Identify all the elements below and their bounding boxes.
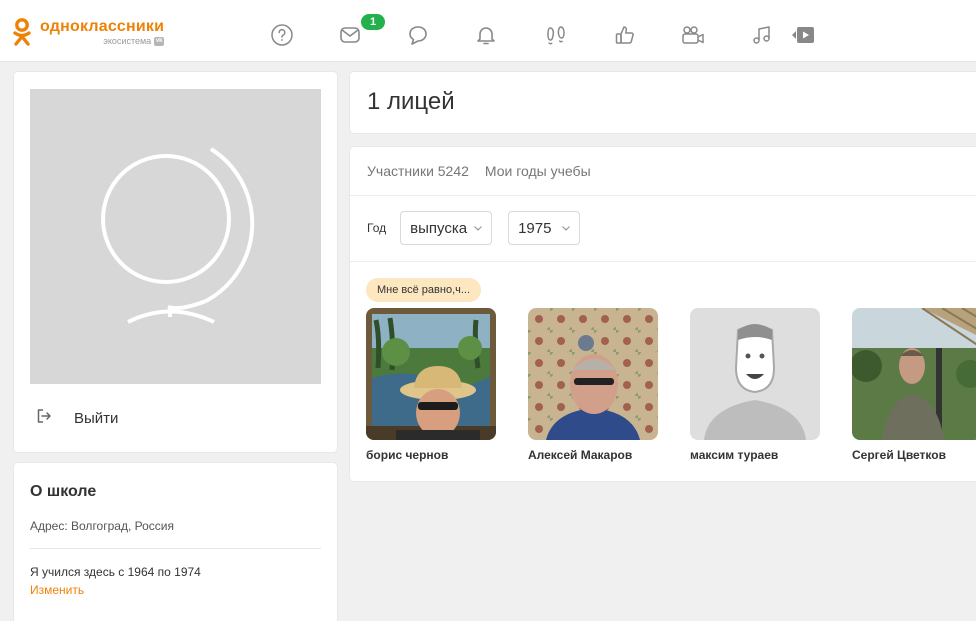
- messages-badge: 1: [361, 14, 385, 30]
- member-card: Алексей Макаров: [528, 308, 658, 462]
- year-value: 1975: [518, 219, 552, 237]
- brand-name: одноклассники: [40, 18, 165, 35]
- year-type-select[interactable]: выпуска: [400, 211, 493, 245]
- about-title: О школе: [30, 483, 97, 500]
- member-photo[interactable]: [366, 308, 496, 440]
- edit-link[interactable]: Изменить: [30, 583, 84, 597]
- members-tabs: Участники 5242 Мои годы учебы: [367, 163, 591, 179]
- member-photo[interactable]: [528, 308, 658, 440]
- divider: [350, 261, 976, 262]
- school-photo-card: Выйти: [14, 72, 337, 452]
- year-filter: Год выпуска 1975: [367, 211, 581, 245]
- guests-icon[interactable]: [543, 22, 569, 48]
- marks-icon[interactable]: [612, 22, 638, 48]
- video-icon[interactable]: [680, 22, 706, 48]
- divider: [30, 548, 321, 549]
- avatar-placeholder-icon: [690, 308, 820, 440]
- chevron-down-icon: [561, 220, 571, 237]
- member-card: максим тураев: [690, 308, 820, 462]
- school-title-card: 1 лицей: [350, 72, 976, 133]
- member-name[interactable]: Алексей Макаров: [528, 448, 658, 462]
- music-icon[interactable]: [749, 22, 775, 48]
- tab-my-years[interactable]: Мои годы учебы: [485, 163, 591, 179]
- messages-icon[interactable]: [337, 22, 363, 48]
- globe-icon: [101, 147, 255, 324]
- top-bar: одноклассники экосистема vk 1: [0, 0, 976, 62]
- member-name[interactable]: Сергей Цветков: [852, 448, 976, 462]
- divider: [350, 195, 976, 196]
- logo[interactable]: одноклассники экосистема vk: [12, 18, 165, 48]
- filter-label: Год: [367, 221, 387, 235]
- chevron-down-icon: [473, 220, 483, 237]
- logout-icon: [36, 408, 52, 429]
- brand-sub: экосистема: [103, 36, 152, 46]
- year-type-value: выпуска: [410, 219, 468, 237]
- discussions-icon[interactable]: [405, 22, 431, 48]
- page-title: 1 лицей: [367, 88, 455, 115]
- ok-logo-icon: [12, 18, 32, 46]
- status-bubble[interactable]: Мне всё равно,ч...: [366, 278, 482, 302]
- video-play-icon[interactable]: [790, 22, 816, 48]
- help-icon[interactable]: [269, 22, 295, 48]
- member-photo[interactable]: [690, 308, 820, 440]
- school-address: Адрес: Волгоград, Россия: [30, 519, 174, 533]
- study-years: Я учился здесь с 1964 по 1974: [30, 565, 201, 579]
- members-card: Участники 5242 Мои годы учебы Год выпуск…: [350, 147, 976, 481]
- member-photo[interactable]: [852, 308, 976, 440]
- member-name[interactable]: борис чернов: [366, 448, 496, 462]
- school-photo[interactable]: [30, 89, 321, 384]
- member-name[interactable]: максим тураев: [690, 448, 820, 462]
- logout-button[interactable]: Выйти: [36, 408, 118, 429]
- about-school-card: О школе Адрес: Волгоград, Россия Я училс…: [14, 463, 337, 621]
- logout-label: Выйти: [74, 410, 119, 427]
- member-card: борис чернов: [366, 308, 496, 462]
- member-card: Сергей Цветков: [852, 308, 976, 462]
- vk-icon: vk: [154, 36, 165, 46]
- tab-members[interactable]: Участники 5242: [367, 163, 469, 179]
- notifications-icon[interactable]: [473, 22, 499, 48]
- year-select[interactable]: 1975: [508, 211, 581, 245]
